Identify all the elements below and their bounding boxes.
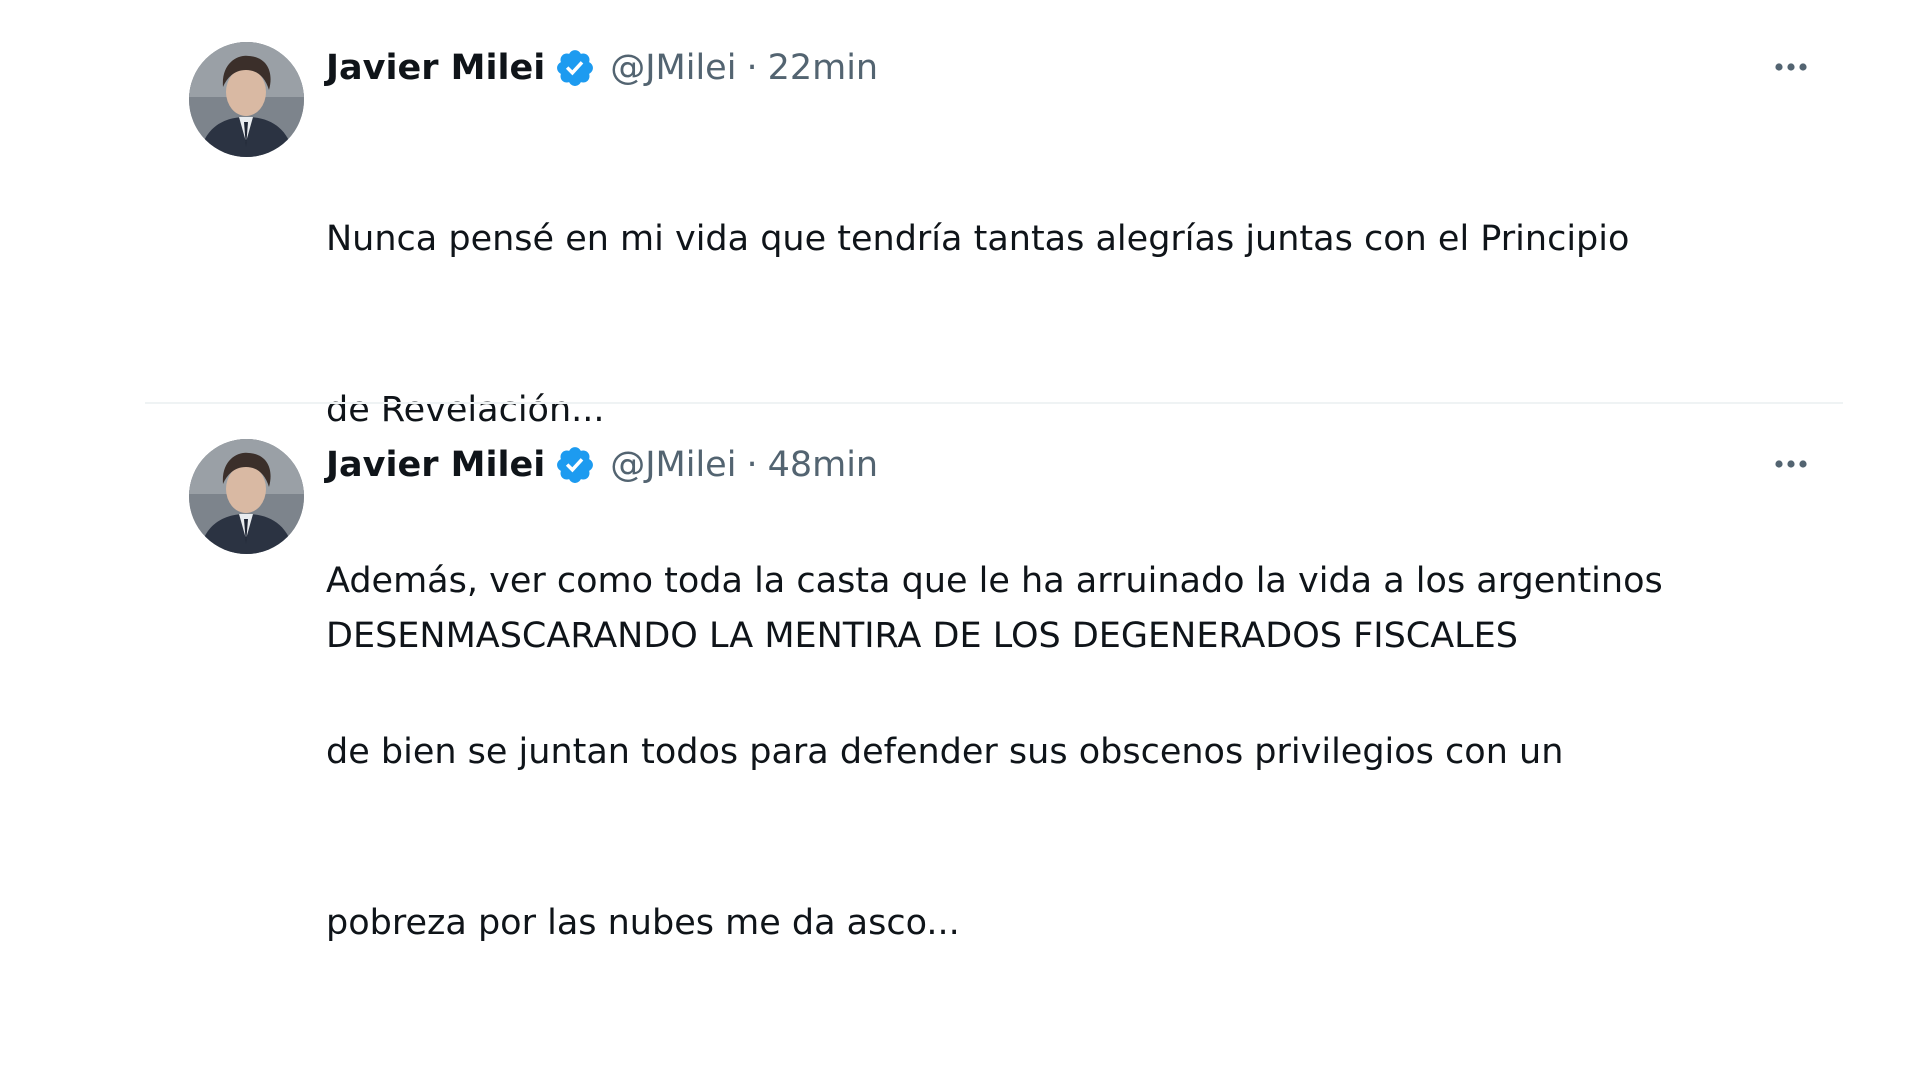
tweet-divider xyxy=(145,402,1843,404)
more-options-icon[interactable] xyxy=(1766,52,1816,82)
tweet-text-line: Nunca pensé en mi vida que tendría tanta… xyxy=(326,219,1630,259)
author-handle[interactable]: @JMilei xyxy=(610,437,736,493)
avatar[interactable] xyxy=(189,42,304,157)
avatar-image xyxy=(189,439,304,554)
verified-badge-icon xyxy=(554,444,596,486)
tweet-text-line: de Revelación... xyxy=(326,390,605,430)
tweet-header: Javier Milei @JMilei · 48min xyxy=(326,437,1796,493)
tweet-text-line: DESENMASCARANDO LA MENTIRA DE LOS DEGENE… xyxy=(326,616,1518,656)
verified-badge-icon xyxy=(554,47,596,89)
more-options-icon[interactable] xyxy=(1766,449,1816,479)
separator-dot: · xyxy=(746,48,758,88)
tweet[interactable]: Javier Milei @JMilei · 22min Nunca pensé… xyxy=(145,40,1843,943)
tweet-text-line: pobreza por las nubes me da asco... xyxy=(326,903,960,943)
tweet[interactable]: Javier Milei @JMilei · 48min DESENMASCAR… xyxy=(145,437,1843,656)
avatar[interactable] xyxy=(189,439,304,554)
separator-dot: · xyxy=(746,445,758,485)
timestamp[interactable]: 22min xyxy=(768,40,879,96)
tweet-text: DESENMASCARANDO LA MENTIRA DE LOS DEGENE… xyxy=(326,494,1796,779)
author-handle[interactable]: @JMilei xyxy=(610,40,736,96)
tweet-feed: Javier Milei @JMilei · 22min Nunca pensé… xyxy=(145,0,1843,943)
author-name[interactable]: Javier Milei xyxy=(326,437,545,493)
timestamp[interactable]: 48min xyxy=(768,437,879,493)
tweet-header: Javier Milei @JMilei · 22min xyxy=(326,40,1796,96)
tweet-content: Javier Milei @JMilei · 48min DESENMASCAR… xyxy=(326,437,1807,779)
author-name[interactable]: Javier Milei xyxy=(326,40,545,96)
avatar-image xyxy=(189,42,304,157)
